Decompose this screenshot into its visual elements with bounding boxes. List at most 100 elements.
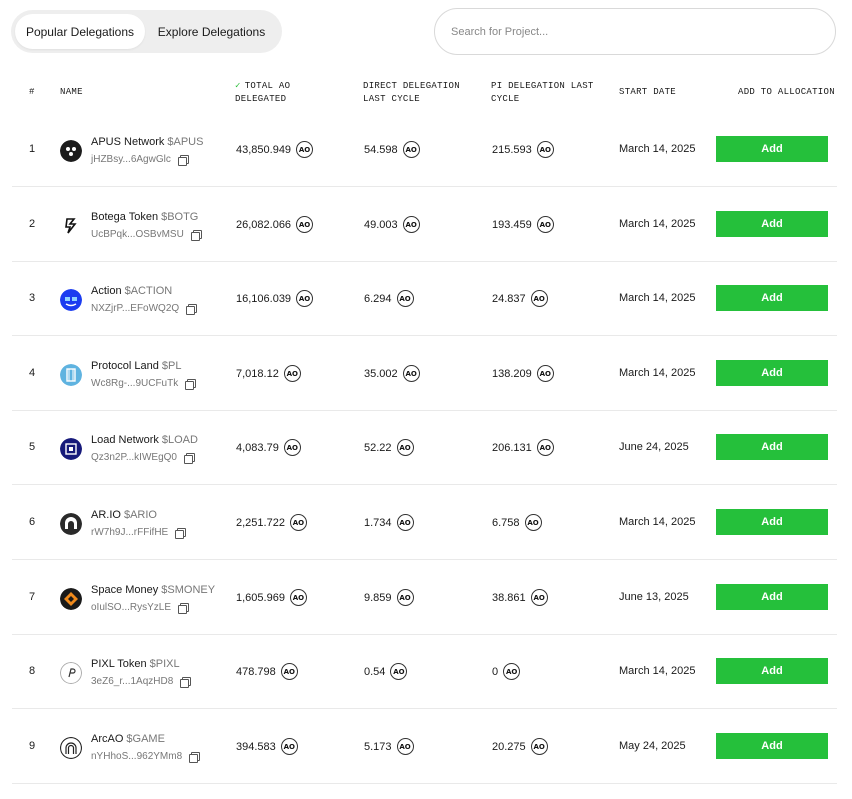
project-name: ArcAO	[91, 733, 124, 745]
copy-icon[interactable]	[175, 527, 187, 539]
table-row: 4 Protocol Land $PL Wc8Rg-...9UCFuTk 7,01…	[12, 337, 837, 411]
copy-icon[interactable]	[178, 602, 190, 614]
add-to-allocation-button[interactable]: Add	[716, 136, 828, 162]
pi-delegation: 24.837 AO	[492, 290, 548, 307]
add-to-allocation-button[interactable]: Add	[716, 658, 828, 684]
tab-popular-delegations[interactable]: Popular Delegations	[15, 14, 145, 49]
direct-delegation: 54.598 AO	[364, 141, 420, 158]
project-address-line: Wc8Rg-...9UCFuTk	[91, 378, 197, 390]
table-row: 7 Space Money $SMONEY oIulSO...RysYzLE 1,…	[12, 561, 837, 635]
project-name-line: PIXL Token $PIXL	[91, 658, 180, 670]
project-address-line: 3eZ6_r...1AqzHD8	[91, 676, 192, 688]
header-pi-line2: CYCLE	[491, 94, 520, 104]
ao-token-icon: AO	[503, 663, 521, 680]
row-index: 3	[29, 292, 36, 304]
ao-token-icon: AO	[536, 365, 554, 382]
table-row: 3 Action $ACTION NXZjrP...EFoWQ2Q 16,106.…	[12, 262, 837, 336]
project-ticker: $ARIO	[123, 509, 157, 521]
search-box	[434, 8, 836, 55]
header-direct-line2: LAST CYCLE	[363, 94, 421, 104]
project-ticker: $APUS	[167, 136, 204, 148]
header-add-to-allocation: ADD TO ALLOCATION	[738, 87, 835, 97]
total-ao-delegated: 2,251.722 AO	[236, 514, 307, 531]
pi-value: 6.758	[492, 516, 520, 529]
project-address: UcBPqk...OSBvMSU	[91, 229, 184, 240]
project-name: APUS Network	[91, 136, 165, 148]
direct-delegation: 9.859 AO	[364, 589, 414, 606]
direct-delegation: 35.002 AO	[364, 365, 420, 382]
row-index: 6	[29, 516, 36, 528]
ao-token-icon: AO	[402, 365, 420, 382]
ao-token-icon: AO	[396, 589, 414, 606]
copy-icon[interactable]	[177, 154, 189, 166]
table-row: 8 PIXL Token $PIXL 3eZ6_r...1AqzHD8 478.7…	[12, 635, 837, 709]
header-index: #	[29, 87, 35, 97]
direct-value: 52.22	[364, 441, 392, 454]
add-to-allocation-button[interactable]: Add	[716, 360, 828, 386]
project-name-line: Load Network $LOAD	[91, 434, 198, 446]
copy-icon[interactable]	[189, 751, 201, 763]
project-ticker: $PIXL	[149, 658, 180, 670]
project-ticker: $BOTG	[161, 211, 199, 223]
add-to-allocation-button[interactable]: Add	[716, 584, 828, 610]
direct-delegation: 0.54 AO	[364, 663, 408, 680]
pi-delegation: 6.758 AO	[492, 514, 542, 531]
project-address: oIulSO...RysYzLE	[91, 602, 172, 613]
ao-token-icon: AO	[536, 439, 554, 456]
header-direct-line1: DIRECT DELEGATION	[363, 81, 460, 91]
total-value: 7,018.12	[236, 367, 279, 380]
ao-token-icon: AO	[396, 738, 414, 755]
direct-delegation: 6.294 AO	[364, 290, 414, 307]
project-name: Botega Token	[91, 211, 159, 223]
row-index: 4	[29, 367, 36, 379]
copy-icon[interactable]	[185, 378, 197, 390]
ao-token-icon: AO	[283, 439, 301, 456]
project-address: rW7h9J...rFFifHE	[91, 527, 169, 538]
add-to-allocation-button[interactable]: Add	[716, 285, 828, 311]
total-value: 26,082.066	[236, 218, 292, 231]
ao-token-icon: AO	[289, 589, 307, 606]
copy-icon[interactable]	[180, 676, 192, 688]
total-ao-delegated: 43,850.949 AO	[236, 141, 314, 158]
project-address-line: NXZjrP...EFoWQ2Q	[91, 303, 198, 315]
add-to-allocation-button[interactable]: Add	[716, 211, 828, 237]
ao-token-icon: AO	[280, 738, 298, 755]
header-total-ao-delegated[interactable]: ✓ TOTAL AO DELEGATED	[235, 80, 290, 106]
add-to-allocation-button[interactable]: Add	[716, 434, 828, 460]
action-logo-icon	[60, 289, 82, 311]
copy-icon[interactable]	[183, 452, 195, 464]
project-address-line: nYHhoS...962YMm8	[91, 751, 201, 763]
pi-value: 138.209	[492, 367, 532, 380]
table-row: 5 Load Network $LOAD Qz3n2P...kIWEgQ0 4,0…	[12, 411, 837, 485]
delegation-tabs: Popular Delegations Explore Delegations	[11, 10, 282, 53]
add-to-allocation-button[interactable]: Add	[716, 733, 828, 759]
pi-value: 206.131	[492, 441, 532, 454]
copy-icon[interactable]	[190, 229, 202, 241]
project-address-line: jHZBsy...6AgwGlc	[91, 154, 189, 166]
total-ao-delegated: 16,106.039 AO	[236, 290, 314, 307]
ao-token-icon: AO	[396, 514, 414, 531]
pi-delegation: 38.861 AO	[492, 589, 548, 606]
project-address: NXZjrP...EFoWQ2Q	[91, 303, 180, 314]
total-ao-delegated: 7,018.12 AO	[236, 365, 301, 382]
start-date: May 24, 2025	[619, 740, 686, 752]
start-date: June 13, 2025	[619, 591, 689, 603]
project-name-line: APUS Network $APUS	[91, 136, 203, 148]
tab-explore-delegations[interactable]: Explore Delegations	[145, 14, 278, 49]
ao-token-icon: AO	[530, 738, 548, 755]
project-ticker: $GAME	[126, 733, 165, 745]
header-pi-delegation: PI DELEGATION LAST CYCLE	[491, 80, 594, 106]
project-name-line: Action $ACTION	[91, 285, 172, 297]
project-ticker: $SMONEY	[161, 584, 216, 596]
search-input[interactable]	[451, 25, 835, 38]
start-date: March 14, 2025	[619, 143, 696, 155]
ao-token-icon: AO	[296, 290, 314, 307]
pi-value: 0	[492, 665, 499, 678]
pi-value: 20.275	[492, 740, 526, 753]
total-ao-delegated: 4,083.79 AO	[236, 439, 301, 456]
apus-logo-icon	[60, 140, 82, 162]
direct-delegation: 52.22 AO	[364, 439, 414, 456]
copy-icon[interactable]	[186, 303, 198, 315]
add-to-allocation-button[interactable]: Add	[716, 509, 828, 535]
project-name: Space Money	[91, 584, 159, 596]
